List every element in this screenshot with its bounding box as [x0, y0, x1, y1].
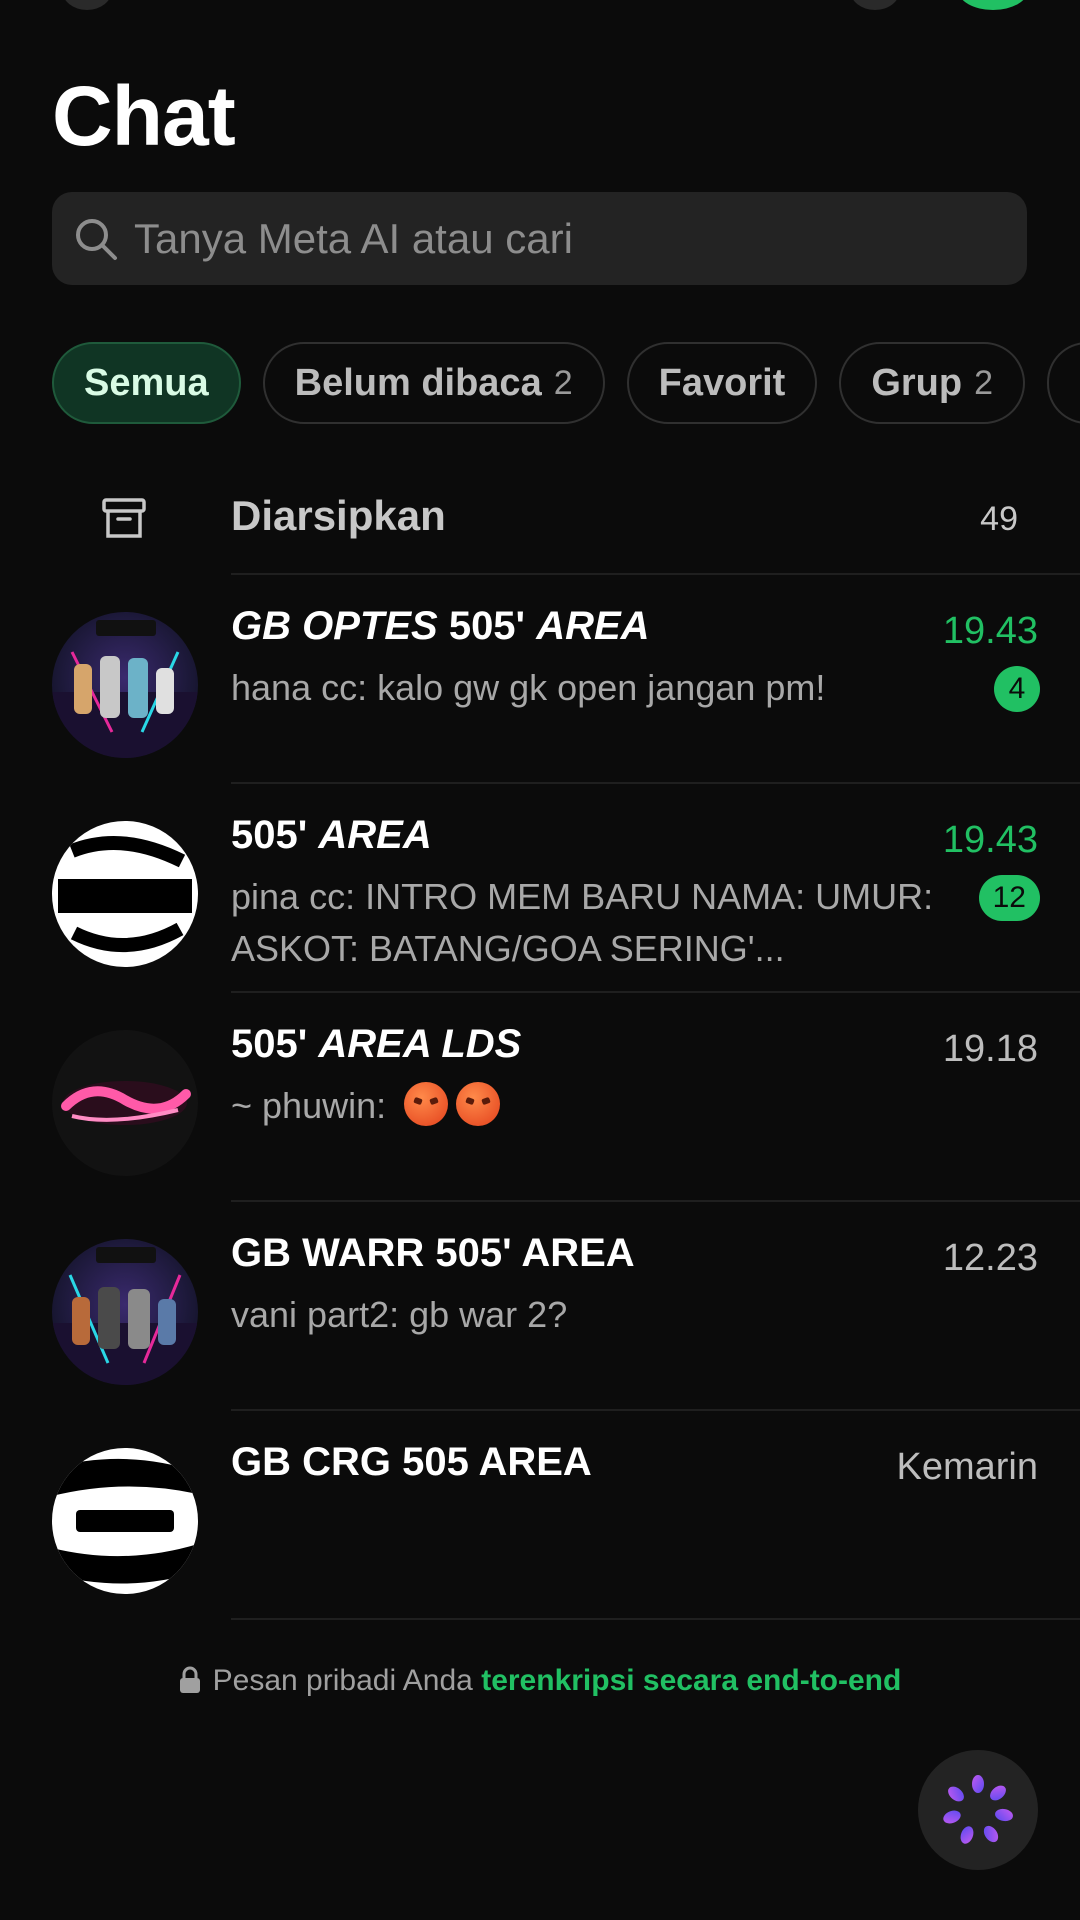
top-left-button[interactable]: [62, 0, 112, 10]
chat-row[interactable]: GB WARR 505' AREA 12.23 vani part2: gb w…: [0, 1201, 1080, 1409]
avatar: [52, 821, 198, 967]
chat-name: GB WARR 505' AREA: [231, 1231, 635, 1275]
chat-preview: ~ phuwin:: [231, 1080, 966, 1132]
chat-name: GB CRG 505 AREA: [231, 1440, 592, 1484]
archived-label: Diarsipkan: [231, 492, 446, 539]
chat-time: 12.23: [942, 1237, 1038, 1279]
camera-button[interactable]: [850, 0, 900, 10]
meta-ai-button[interactable]: [918, 1750, 1038, 1870]
filter-unread[interactable]: Belum dibaca 2: [262, 342, 605, 424]
search-icon: [76, 218, 117, 260]
archived-count: 49: [980, 500, 1018, 538]
unread-badge: 4: [994, 666, 1040, 712]
archive-icon: [102, 498, 146, 538]
new-chat-button[interactable]: [958, 0, 1028, 10]
chat-name: 505' AREA: [231, 813, 432, 857]
filter-more[interactable]: [1047, 342, 1080, 424]
filter-favorites[interactable]: Favorit: [626, 342, 818, 424]
chat-row[interactable]: 505' AREA LDS 19.18 ~ phuwin:: [0, 992, 1080, 1200]
chat-preview: pina cc: INTRO MEM BARU NAMA: UMUR: ASKO…: [231, 876, 934, 969]
chat-row[interactable]: GB CRG 505 AREA Kemarin: [0, 1410, 1080, 1618]
filter-all[interactable]: Semua: [52, 342, 241, 424]
chat-row[interactable]: GB OPTES 505' AREA 19.43 hana cc: kalo g…: [0, 574, 1080, 782]
meta-ai-icon: [943, 1775, 1013, 1844]
unread-badge: 12: [978, 875, 1040, 921]
avatar: [52, 612, 198, 758]
chat-name: 505' AREA LDS: [231, 1022, 522, 1066]
avatar: [52, 1030, 198, 1176]
lock-icon: [179, 1666, 200, 1693]
chat-name: GB OPTES 505' AREA: [231, 604, 650, 648]
chat-time: 19.18: [942, 1028, 1038, 1070]
encryption-notice: Pesan pribadi Anda terenkripsi secara en…: [0, 1664, 1080, 1698]
chat-time: Kemarin: [896, 1446, 1039, 1488]
divider: [231, 1618, 1080, 1620]
search-input[interactable]: Tanya Meta AI atau cari: [52, 192, 1027, 285]
avatar: [52, 1448, 198, 1594]
chat-row[interactable]: 505' AREA 19.43 pina cc: INTRO MEM BARU …: [0, 783, 1080, 991]
encryption-link[interactable]: terenkripsi secara end-to-end: [481, 1664, 901, 1697]
chat-preview: hana cc: kalo gw gk open jangan pm!: [231, 667, 826, 708]
filter-groups[interactable]: Grup 2: [839, 342, 1026, 424]
angry-face-icon: [404, 1082, 449, 1126]
chat-time: 19.43: [942, 610, 1038, 652]
search-placeholder: Tanya Meta AI atau cari: [134, 214, 573, 262]
avatar: [52, 1239, 198, 1385]
filter-chips: Semua Belum dibaca 2 Favorit Grup 2: [52, 342, 1080, 424]
page-title: Chat: [52, 69, 236, 163]
archived-row[interactable]: Diarsipkan 49: [0, 462, 1080, 574]
chat-preview: vani part2: gb war 2?: [231, 1294, 568, 1335]
angry-face-icon: [456, 1082, 501, 1126]
chat-time: 19.43: [942, 819, 1038, 861]
